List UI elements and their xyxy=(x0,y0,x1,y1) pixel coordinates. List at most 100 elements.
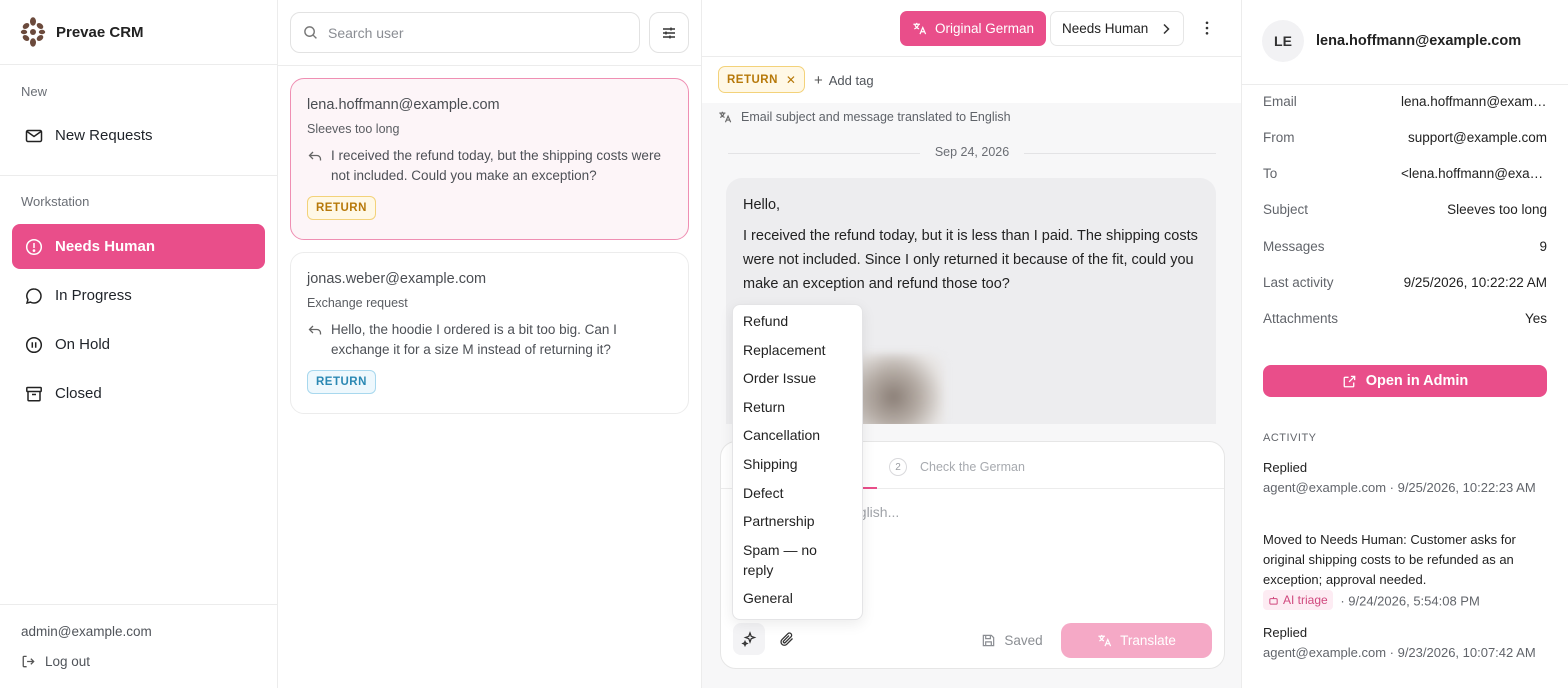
plus-icon: + xyxy=(814,72,823,89)
saved-status: Saved xyxy=(969,623,1055,657)
add-tag-button[interactable]: + Add tag xyxy=(814,72,874,89)
original-language-button[interactable]: Original German xyxy=(900,11,1046,46)
dropdown-option[interactable]: Partnership xyxy=(733,511,862,531)
dropdown-option[interactable]: Order Issue xyxy=(733,368,862,388)
detail-key: Messages xyxy=(1263,239,1325,254)
logo-icon xyxy=(20,17,46,47)
customer-details-panel: LE lena.hoffmann@example.com Email lena.… xyxy=(1242,0,1568,688)
sidebar-item-label: On Hold xyxy=(55,336,111,353)
more-vertical-icon xyxy=(1205,21,1209,35)
activity-meta-row: AI triage · 9/24/2026, 5:54:08 PM xyxy=(1263,590,1548,612)
dropdown-option[interactable]: Replacement xyxy=(733,340,862,360)
detail-value: support@example.com xyxy=(1407,130,1547,145)
mail-icon xyxy=(25,129,43,142)
sidebar-item-needs-human[interactable]: Needs Human xyxy=(12,224,265,269)
detail-row-from: From support@example.com xyxy=(1263,130,1547,150)
detail-value: lena.hoffmann@example.com xyxy=(1401,94,1547,109)
dropdown-option[interactable]: Shipping xyxy=(733,454,862,474)
saved-label: Saved xyxy=(1004,632,1043,648)
search-box[interactable] xyxy=(290,12,640,53)
ticket-subject: Exchange request xyxy=(307,296,408,310)
status-label: Needs Human xyxy=(1062,21,1149,36)
sidebar-item-label: Closed xyxy=(55,385,102,402)
ticket-preview-text: Hello, the hoodie I ordered is a bit too… xyxy=(331,322,617,357)
ticket-subject: Sleeves too long xyxy=(307,122,400,136)
open-in-admin-button[interactable]: Open in Admin xyxy=(1263,365,1547,397)
reply-icon xyxy=(308,325,322,335)
activity-item: Replied agent@example.com · 9/23/2026, 1… xyxy=(1263,623,1548,663)
status-button[interactable]: Needs Human xyxy=(1050,11,1184,46)
detail-key: Email xyxy=(1263,94,1297,109)
sparkles-icon xyxy=(741,631,757,647)
tag-chip[interactable]: RETURN ✕ xyxy=(718,66,806,93)
avatar: LE xyxy=(1262,20,1304,62)
logout-icon xyxy=(22,655,35,668)
attachment-thumbnail[interactable] xyxy=(852,354,944,424)
filter-button[interactable] xyxy=(649,12,689,53)
details-divider xyxy=(1242,84,1568,85)
detail-key: Subject xyxy=(1263,202,1309,217)
tag-chip-label: RETURN xyxy=(727,73,778,86)
sidebar-item-closed[interactable]: Closed xyxy=(12,371,265,416)
ticket-card[interactable]: lena.hoffmann@example.com Sleeves too lo… xyxy=(290,78,689,240)
sidebar-item-in-progress[interactable]: In Progress xyxy=(12,273,265,318)
date-separator: Sep 24, 2026 xyxy=(728,145,1216,161)
activity-meta: agent@example.com · 9/23/2026, 10:07:42 … xyxy=(1263,645,1536,660)
translate-button[interactable]: Translate xyxy=(1061,623,1212,658)
ai-assist-button[interactable] xyxy=(733,623,765,655)
more-menu-button[interactable] xyxy=(1197,16,1217,40)
detail-row-to: To <lena.hoffmann@example.com> xyxy=(1263,166,1547,186)
detail-key: Last activity xyxy=(1263,275,1334,290)
dropdown-option[interactable]: General xyxy=(733,588,862,608)
dropdown-option[interactable]: Return xyxy=(733,397,862,417)
remove-tag-icon[interactable]: ✕ xyxy=(786,73,797,87)
sliders-icon xyxy=(663,27,675,38)
logout-label: Log out xyxy=(45,654,91,669)
attach-button[interactable] xyxy=(771,623,803,655)
ticket-email: lena.hoffmann@example.com xyxy=(307,97,500,113)
chevron-right-icon xyxy=(1163,23,1170,35)
ticket-card[interactable]: jonas.weber@example.com Exchange request… xyxy=(290,252,689,414)
brand-name: Prevae CRM xyxy=(56,23,144,41)
dropdown-option[interactable]: Cancellation xyxy=(733,425,862,445)
sidebar-item-on-hold[interactable]: On Hold xyxy=(12,322,265,367)
customer-email-heading: lena.hoffmann@example.com xyxy=(1316,33,1522,49)
activity-meta: · 9/24/2026, 5:54:08 PM xyxy=(1340,593,1480,609)
activity-title: Replied xyxy=(1263,625,1308,640)
activity-title: Moved to Needs Human: Customer asks for … xyxy=(1263,532,1516,587)
ticket-email: jonas.weber@example.com xyxy=(307,271,487,287)
dropdown-option[interactable]: Spam — no reply xyxy=(733,540,828,580)
dropdown-option[interactable]: Defect xyxy=(733,483,862,503)
sidebar-item-label: In Progress xyxy=(55,287,132,304)
step-label: Check the German xyxy=(920,460,1025,474)
section-label-new: New xyxy=(21,84,48,99)
step-check-german[interactable]: 2 Check the German xyxy=(889,458,1025,476)
search-input[interactable] xyxy=(328,24,618,41)
detail-row-attachments: Attachments Yes xyxy=(1263,311,1547,331)
translate-icon xyxy=(1098,634,1112,647)
sidebar-item-new-requests[interactable]: New Requests xyxy=(12,113,265,158)
original-language-label: Original German xyxy=(934,21,1035,36)
sidebar-footer: admin@example.com Log out xyxy=(0,604,277,688)
conversation-panel: Original German Needs Human RETURN ✕ + A… xyxy=(702,0,1242,688)
translate-label: Translate xyxy=(1120,633,1176,648)
dropdown-option[interactable]: Refund xyxy=(733,311,862,331)
detail-row-last-activity: Last activity 9/25/2026, 10:22:22 AM xyxy=(1263,275,1547,295)
ai-triage-badge: AI triage xyxy=(1263,590,1333,610)
ticket-tag: RETURN xyxy=(307,196,376,220)
activity-item: Moved to Needs Human: Customer asks for … xyxy=(1263,530,1548,612)
detail-row-messages: Messages 9 xyxy=(1263,239,1547,259)
ticket-preview: Hello, the hoodie I ordered is a bit too… xyxy=(307,320,672,360)
sidebar-item-label: Needs Human xyxy=(55,238,156,255)
robot-icon xyxy=(1269,596,1278,605)
brand-header[interactable]: Prevae CRM xyxy=(0,0,277,65)
add-tag-label: Add tag xyxy=(828,73,874,88)
sidebar: Prevae CRM New New Requests Workstation … xyxy=(0,0,278,688)
ticket-preview-text: I received the refund today, but the shi… xyxy=(331,148,661,183)
translation-notice-text: Email subject and message translated to … xyxy=(741,110,1011,124)
logout-button[interactable]: Log out xyxy=(21,654,90,669)
translate-icon xyxy=(913,22,927,35)
activity-title: Replied xyxy=(1263,460,1308,475)
save-icon xyxy=(983,634,995,646)
sidebar-item-label: New Requests xyxy=(55,127,153,144)
